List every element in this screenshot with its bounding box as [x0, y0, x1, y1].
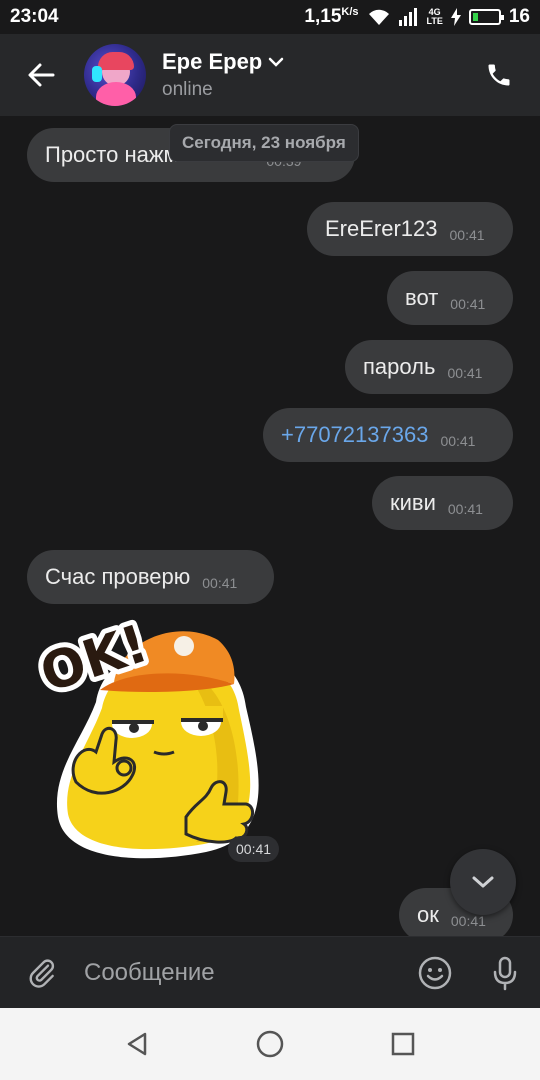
call-button[interactable]: [458, 34, 540, 116]
message-time: 00:41: [440, 433, 476, 449]
circle-home-icon: [256, 1030, 284, 1058]
message-time: 00:41: [447, 365, 483, 381]
contact-avatar[interactable]: [84, 44, 146, 106]
message-bubble-outgoing[interactable]: киви 00:41: [372, 476, 513, 530]
square-recents-icon: [392, 1032, 415, 1056]
arrow-left-icon: [28, 63, 55, 87]
message-bubble-outgoing[interactable]: вот 00:41: [387, 271, 513, 325]
message-bubble-incoming[interactable]: Счас проверю 00:41: [27, 550, 274, 604]
attach-button[interactable]: [0, 937, 84, 1009]
message-text: пароль: [363, 354, 436, 379]
nav-home-button[interactable]: [240, 1014, 300, 1074]
chat-header: Ере Ерер online: [0, 34, 540, 116]
sticker-time: 00:41: [228, 836, 280, 862]
message-bubble-outgoing[interactable]: +77072137363 00:41: [263, 408, 513, 462]
charging-icon: [450, 8, 461, 26]
message-text: вот: [405, 285, 439, 310]
scroll-to-bottom-button[interactable]: [450, 849, 516, 915]
status-right: 1,15K/s 4G LTE 16: [304, 6, 530, 28]
message-text: киви: [390, 490, 436, 515]
wifi-icon: [368, 9, 389, 25]
message-time: 00:41: [202, 575, 238, 591]
voice-record-button[interactable]: [470, 937, 540, 1009]
contact-status: online: [162, 79, 213, 100]
message-text: ок: [417, 902, 439, 927]
smiley-icon: [418, 956, 452, 989]
chevron-down-icon: [472, 876, 494, 888]
phone-link[interactable]: +77072137363: [281, 422, 428, 448]
battery-icon: [468, 9, 504, 25]
phone-icon: [488, 64, 510, 86]
message-bubble-outgoing[interactable]: EreErer123 00:41: [307, 202, 513, 256]
message-bubble-outgoing[interactable]: пароль 00:41: [345, 340, 513, 394]
back-button[interactable]: [0, 34, 82, 116]
microphone-icon: [493, 956, 517, 990]
message-composer: [0, 936, 540, 1009]
battery-fill: [472, 13, 478, 21]
nav-recents-button[interactable]: [373, 1014, 433, 1074]
message-time: 00:41: [450, 296, 486, 312]
triangle-back-icon: [127, 1032, 146, 1056]
system-nav-bar: [0, 1008, 540, 1080]
message-time: 00:41: [450, 913, 486, 929]
status-time: 23:04: [10, 6, 59, 27]
battery-level: 16: [508, 6, 530, 27]
emoji-button[interactable]: [400, 937, 470, 1009]
contact-name-row: Ере Ерер: [162, 49, 284, 75]
contact-name: Ере Ерер: [162, 49, 263, 74]
signal-icon: [398, 8, 417, 26]
date-separator: Сегодня, 23 ноября: [169, 124, 359, 162]
nav-back-button[interactable]: [107, 1014, 167, 1074]
message-text: Счас проверю: [45, 564, 191, 589]
ok-sticker[interactable]: OK! OK!: [36, 612, 276, 862]
message-time: 00:41: [447, 501, 483, 517]
status-bar: 23:04 1,15K/s 4G LTE 16: [0, 0, 540, 34]
message-text: EreErer123: [325, 216, 438, 241]
network-type: 4G LTE: [426, 7, 443, 26]
contact-info[interactable]: Ере Ерер online: [162, 49, 284, 101]
paperclip-icon: [29, 958, 55, 988]
network-speed: 1,15K/s: [304, 6, 359, 27]
message-input[interactable]: [84, 936, 400, 1009]
message-list[interactable]: Просто нажми засвй 00:39 Сегодня, 23 ноя…: [0, 116, 540, 936]
chevron-down-icon: [269, 57, 284, 67]
message-time: 00:41: [449, 227, 485, 243]
